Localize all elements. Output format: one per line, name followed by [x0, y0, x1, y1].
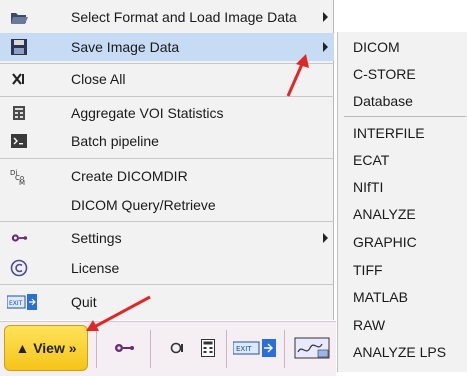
submenu-item-label: DICOM [353, 39, 400, 55]
toolbar-separator [150, 330, 151, 368]
submenu-item-graphic[interactable]: GRAPHIC [338, 229, 467, 255]
settings-icon [10, 229, 28, 247]
dicomdir-icon: Di Co M [10, 167, 28, 185]
submenu-item-label: GRAPHIC [353, 234, 417, 250]
menu-item-label: Batch pipeline [71, 133, 159, 149]
menu-item-label: Select Format and Load Image Data [71, 9, 297, 25]
menu-item-aggregate-voi-statistics[interactable]: Aggregate VOI Statistics [0, 99, 334, 127]
menu-item-label: Save Image Data [71, 39, 180, 55]
menu-item-label: Quit [71, 294, 97, 310]
menu-item-label: Settings [71, 230, 122, 246]
calculator-icon[interactable] [190, 330, 226, 366]
folder-open-icon [10, 8, 28, 26]
submenu-item-label: ANALYZE [353, 206, 416, 222]
menu-item-label: Create DICOMDIR [71, 168, 188, 184]
submenu-item-interfile[interactable]: INTERFILE [338, 120, 467, 146]
submenu-item-label: C-STORE [353, 66, 416, 82]
svg-text:EXIT: EXIT [236, 345, 252, 353]
view-button[interactable]: ▲ View » [4, 325, 88, 371]
submenu-item-dicom[interactable]: DICOM [338, 34, 467, 60]
svg-text:EXIT: EXIT [9, 300, 23, 307]
menu-separator [0, 221, 334, 222]
menu-item-settings[interactable]: Settings [0, 224, 334, 252]
menu-item-dicom-query-retrieve[interactable]: DICOM Query/Retrieve [0, 191, 334, 219]
menu-separator [0, 284, 334, 285]
menu-item-license[interactable]: License [0, 254, 334, 282]
submenu-item-analyze[interactable]: ANALYZE [338, 201, 467, 227]
submenu-separator [344, 116, 466, 117]
submenu-arrow-icon [323, 12, 328, 22]
file-menu: Select Format and Load Image Data Save I… [0, 0, 334, 320]
exit-icon[interactable]: EXIT [232, 330, 278, 366]
menu-item-select-format[interactable]: Select Format and Load Image Data [0, 3, 334, 31]
statistics-icon [10, 104, 28, 122]
menu-separator [0, 96, 334, 97]
toolbar-separator [96, 330, 97, 368]
floppy-disk-icon [10, 38, 28, 56]
submenu-item-analyze-lps[interactable]: ANALYZE LPS [338, 339, 467, 365]
menu-separator [0, 63, 334, 64]
menu-item-quit[interactable]: EXIT Quit [0, 288, 334, 316]
submenu-item-label: ANALYZE LPS [353, 344, 447, 360]
display-icon[interactable] [292, 330, 332, 366]
menu-item-create-dicomdir[interactable]: Di Co M Create DICOMDIR [0, 162, 334, 190]
settings-icon[interactable] [106, 330, 142, 366]
toolbar-separator [226, 330, 227, 368]
submenu-item-label: NIfTI [353, 179, 384, 195]
save-image-data-submenu: DICOM C-STORE Database INTERFILE ECAT NI… [337, 32, 467, 372]
menu-item-save-image-data[interactable]: Save Image Data [0, 33, 334, 61]
svg-text:M: M [19, 179, 25, 185]
copyright-icon [10, 259, 28, 277]
menu-item-label: DICOM Query/Retrieve [71, 197, 216, 213]
submenu-item-label: INTERFILE [353, 125, 425, 141]
terminal-icon [10, 132, 28, 150]
menu-separator [0, 158, 334, 159]
menu-item-label: Aggregate VOI Statistics [71, 105, 224, 121]
bottom-toolbar: ▲ View » EXIT [0, 321, 336, 376]
submenu-item-nifti[interactable]: NIfTI [338, 174, 467, 200]
submenu-arrow-icon [323, 233, 328, 243]
submenu-item-label: RAW [353, 317, 386, 333]
submenu-item-label: TIFF [353, 262, 383, 278]
submenu-item-label: Database [353, 93, 413, 109]
submenu-item-matlab[interactable]: MATLAB [338, 284, 467, 310]
submenu-item-raw[interactable]: RAW [338, 312, 467, 338]
submenu-item-c-store[interactable]: C-STORE [338, 61, 467, 87]
submenu-item-database[interactable]: Database [338, 88, 467, 114]
submenu-item-label: ECAT [353, 152, 390, 168]
exit-icon: EXIT [7, 293, 37, 311]
menu-item-close-all[interactable]: Close All [0, 65, 334, 93]
menu-item-label: Close All [71, 71, 126, 87]
submenu-item-tiff[interactable]: TIFF [338, 257, 467, 283]
submenu-item-ecat[interactable]: ECAT [338, 147, 467, 173]
menu-item-label: License [71, 260, 120, 276]
menu-item-batch-pipeline[interactable]: Batch pipeline [0, 127, 334, 155]
submenu-arrow-icon [323, 42, 328, 52]
close-all-icon [10, 70, 28, 88]
submenu-item-label: MATLAB [353, 289, 408, 305]
toolbar-separator [284, 330, 285, 368]
